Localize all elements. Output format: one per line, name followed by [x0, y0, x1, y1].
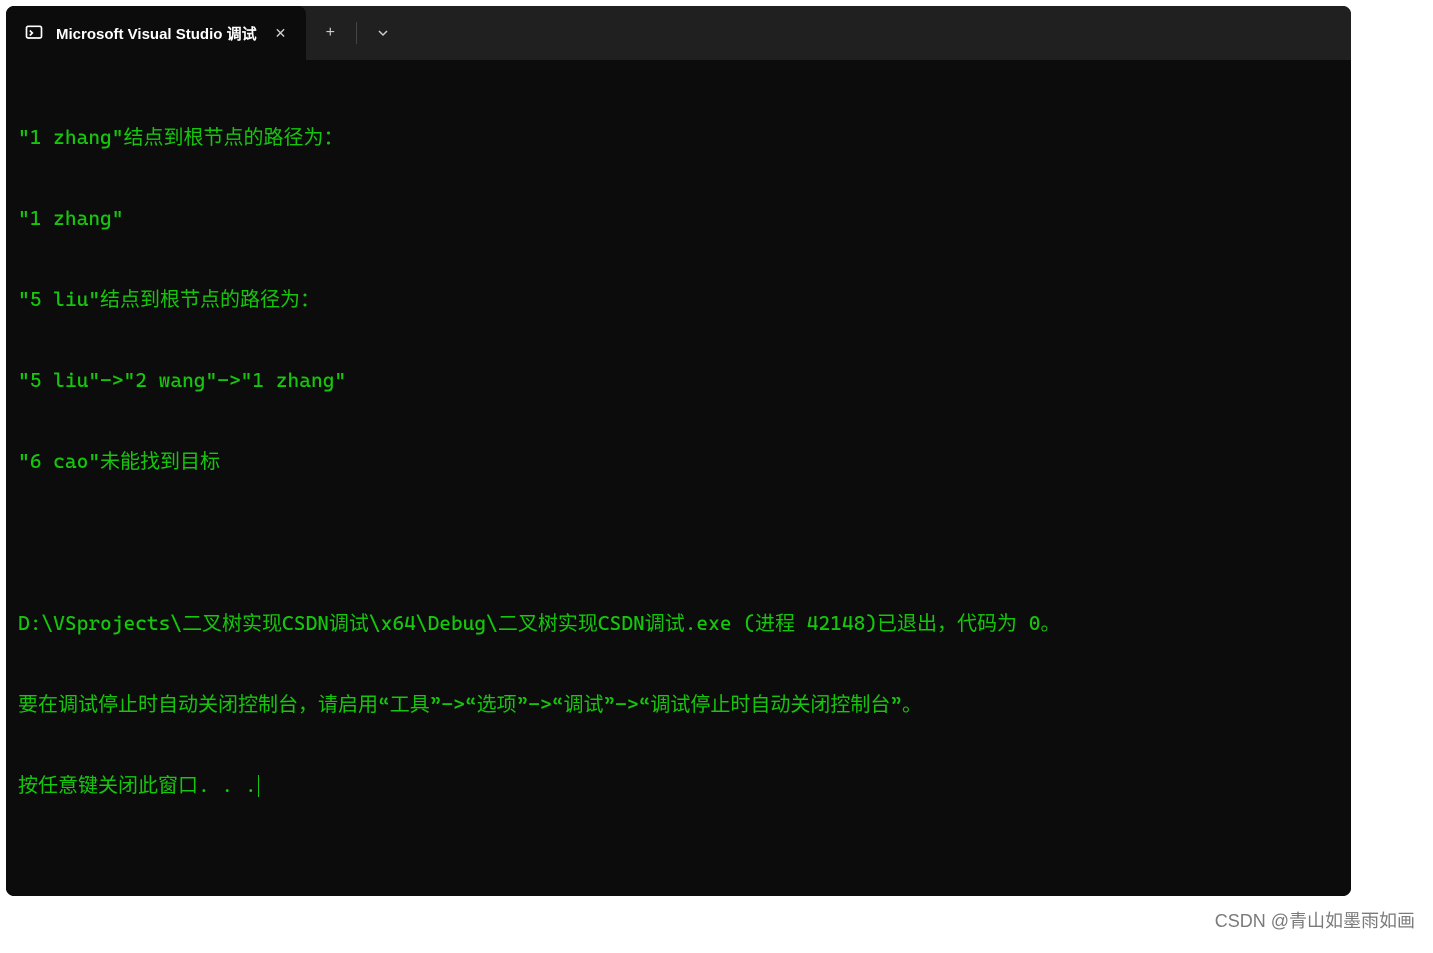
output-line: "5 liu"->"2 wang"->"1 zhang" — [18, 367, 1339, 394]
cursor — [258, 775, 260, 797]
output-line: "6 cao"未能找到目标 — [18, 448, 1339, 475]
output-line: "1 zhang"结点到根节点的路径为： — [18, 124, 1339, 151]
status-line: 要在调试停止时自动关闭控制台，请启用“工具”->“选项”->“调试”->“调试停… — [18, 691, 1339, 718]
watermark: CSDN @青山如墨雨如画 — [1215, 907, 1415, 933]
tab-title: Microsoft Visual Studio 调试 — [56, 23, 257, 44]
divider — [356, 22, 357, 44]
titlebar: Microsoft Visual Studio 调试 ✕ + — [6, 6, 1351, 60]
prompt-text: 按任意键关闭此窗口. . . — [18, 773, 257, 797]
output-line: "1 zhang" — [18, 205, 1339, 232]
active-tab[interactable]: Microsoft Visual Studio 调试 ✕ — [6, 6, 306, 60]
new-tab-button[interactable]: + — [306, 6, 354, 60]
titlebar-controls: + — [306, 6, 407, 60]
blank-line — [18, 529, 1339, 556]
chevron-down-icon — [377, 27, 389, 39]
output-line: "5 liu"结点到根节点的路径为： — [18, 286, 1339, 313]
tab-dropdown-button[interactable] — [359, 6, 407, 60]
terminal-window: Microsoft Visual Studio 调试 ✕ + "1 zhang"… — [6, 6, 1351, 896]
prompt-line: 按任意键关闭此窗口. . . — [18, 772, 1339, 799]
terminal-output[interactable]: "1 zhang"结点到根节点的路径为： "1 zhang" "5 liu"结点… — [6, 60, 1351, 896]
status-line: D:\VSprojects\二叉树实现CSDN调试\x64\Debug\二叉树实… — [18, 610, 1339, 637]
terminal-icon — [24, 23, 44, 43]
tab-close-button[interactable]: ✕ — [269, 21, 293, 46]
